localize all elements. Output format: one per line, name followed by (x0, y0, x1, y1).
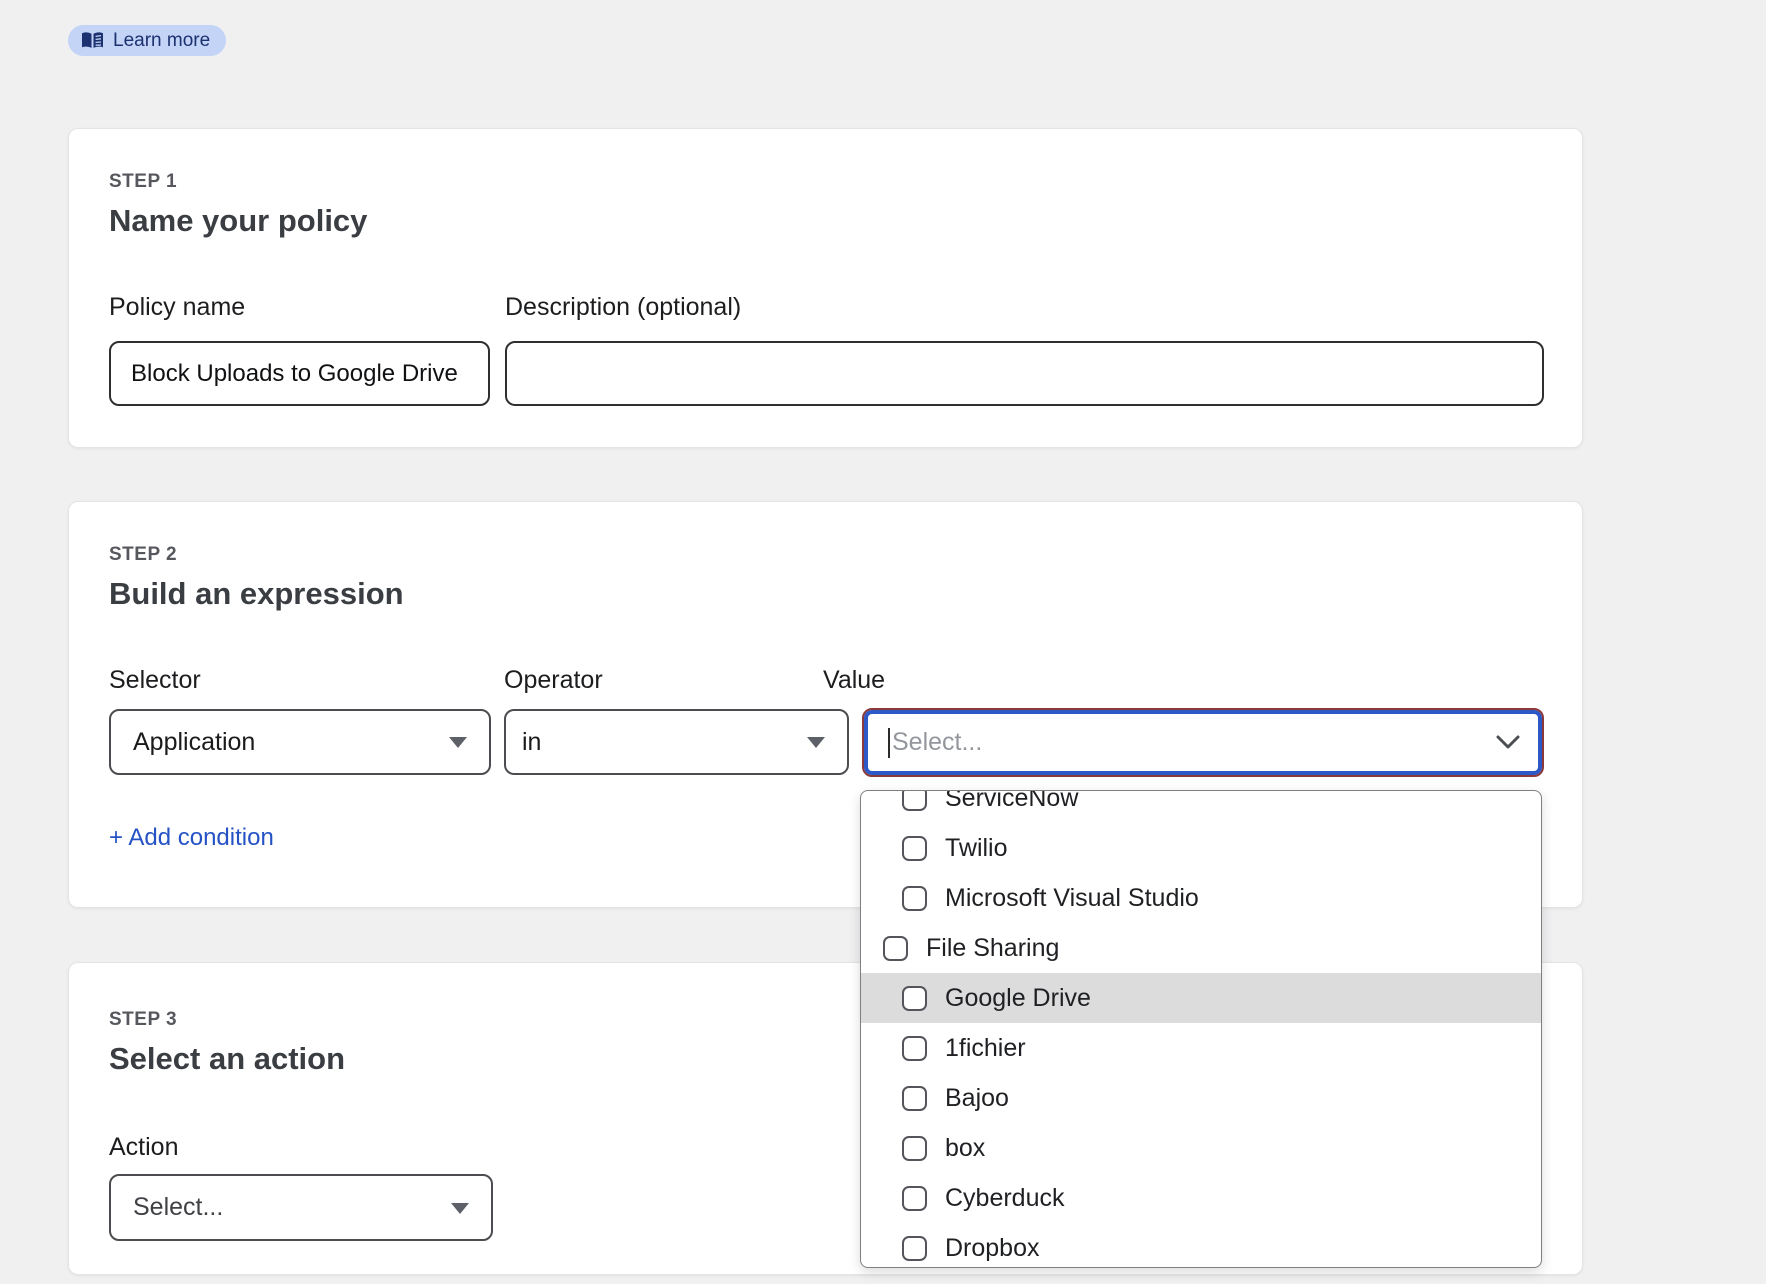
policy-name-label: Policy name (109, 293, 245, 322)
text-cursor (888, 728, 890, 758)
checkbox-icon[interactable] (902, 1086, 927, 1111)
step1-card: STEP 1 Name your policy Policy name Desc… (68, 128, 1583, 448)
operator-label: Operator (504, 666, 603, 695)
chevron-down-icon (807, 737, 825, 748)
step2-label: STEP 2 (109, 544, 177, 566)
dropdown-option-twilio[interactable]: Twilio (861, 823, 1541, 873)
checkbox-icon[interactable] (902, 886, 927, 911)
selector-select[interactable]: Application (109, 709, 491, 775)
dropdown-option-cyberduck[interactable]: Cyberduck (861, 1173, 1541, 1223)
dropdown-option-1fichier[interactable]: 1fichier (861, 1023, 1541, 1073)
dropdown-option-box[interactable]: box (861, 1123, 1541, 1173)
dropdown-option-servicenow[interactable]: ServiceNow (861, 790, 1541, 823)
action-select-value: Select... (133, 1193, 223, 1222)
learn-more-button[interactable]: Learn more (68, 25, 226, 56)
checkbox-icon[interactable] (902, 986, 927, 1011)
checkbox-icon[interactable] (902, 1236, 927, 1261)
checkbox-icon[interactable] (902, 1186, 927, 1211)
description-label: Description (optional) (505, 293, 741, 322)
dropdown-option-google-drive[interactable]: Google Drive (861, 973, 1541, 1023)
step3-label: STEP 3 (109, 1009, 177, 1031)
operator-select[interactable]: in (504, 709, 849, 775)
checkbox-icon[interactable] (902, 1036, 927, 1061)
chevron-down-icon (451, 1203, 469, 1214)
dropdown-option-file-sharing[interactable]: File Sharing (861, 923, 1541, 973)
checkbox-icon[interactable] (902, 836, 927, 861)
value-label: Value (823, 666, 885, 695)
value-multiselect-input[interactable]: Select... (862, 708, 1544, 777)
dropdown-option-microsoft-visual-studio[interactable]: Microsoft Visual Studio (861, 873, 1541, 923)
action-select[interactable]: Select... (109, 1174, 493, 1241)
step1-label: STEP 1 (109, 171, 177, 193)
step3-title: Select an action (109, 1041, 345, 1077)
add-condition-link[interactable]: + Add condition (109, 824, 274, 852)
learn-more-label: Learn more (113, 30, 210, 52)
checkbox-icon[interactable] (902, 1136, 927, 1161)
book-icon (81, 31, 104, 50)
chevron-down-icon (1496, 735, 1520, 755)
checkbox-icon[interactable] (902, 790, 927, 811)
operator-select-value: in (522, 728, 541, 757)
policy-name-input[interactable] (109, 341, 490, 406)
step2-title: Build an expression (109, 576, 404, 612)
value-dropdown-panel: ServiceNow Twilio Microsoft Visual Studi… (860, 790, 1542, 1268)
step1-title: Name your policy (109, 203, 367, 239)
selector-select-value: Application (133, 728, 255, 757)
value-placeholder: Select... (892, 728, 982, 757)
chevron-down-icon (449, 737, 467, 748)
dropdown-options-list: ServiceNow Twilio Microsoft Visual Studi… (861, 790, 1541, 1268)
dropdown-option-dropbox[interactable]: Dropbox (861, 1223, 1541, 1268)
action-label: Action (109, 1133, 178, 1162)
dropdown-option-bajoo[interactable]: Bajoo (861, 1073, 1541, 1123)
description-input[interactable] (505, 341, 1544, 406)
checkbox-icon[interactable] (883, 936, 908, 961)
selector-label: Selector (109, 666, 201, 695)
